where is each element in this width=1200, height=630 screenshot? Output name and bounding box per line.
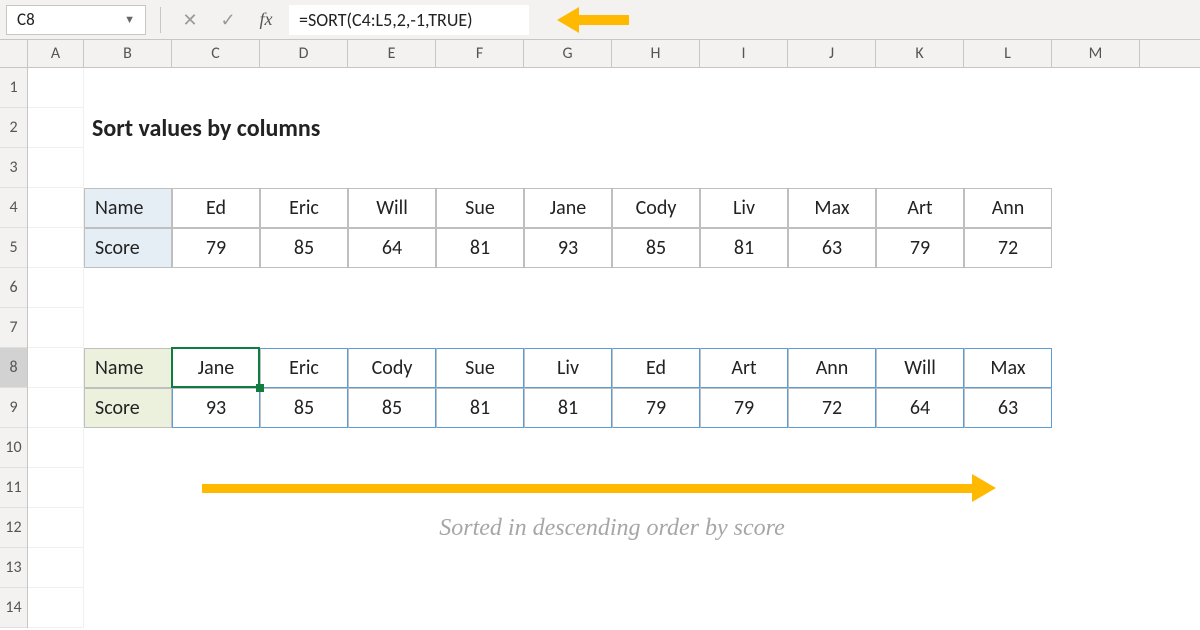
table-cell[interactable]: 63 <box>964 388 1052 428</box>
formula-input[interactable]: =SORT(C4:L5,2,-1,TRUE) <box>289 5 529 35</box>
col-header[interactable]: M <box>1052 40 1140 67</box>
name-box-value: C8 <box>17 9 35 30</box>
table-cell[interactable]: Art <box>876 188 964 228</box>
col-header[interactable]: C <box>172 40 260 67</box>
row-header[interactable]: 8 <box>0 348 27 388</box>
table-cell[interactable]: 63 <box>788 228 876 268</box>
table-cell[interactable]: 81 <box>524 388 612 428</box>
table-cell[interactable]: 79 <box>700 388 788 428</box>
table-cell[interactable]: Ed <box>172 188 260 228</box>
table-cell[interactable]: Max <box>788 188 876 228</box>
col-header[interactable]: K <box>876 40 964 67</box>
table-cell[interactable]: 93 <box>524 228 612 268</box>
col-header[interactable]: L <box>964 40 1052 67</box>
table-cell[interactable]: Liv <box>524 348 612 388</box>
col-header[interactable]: E <box>348 40 436 67</box>
row-header[interactable]: 6 <box>0 268 27 308</box>
row-header[interactable]: 4 <box>0 188 27 228</box>
col-header[interactable]: F <box>436 40 524 67</box>
row-header[interactable]: 2 <box>0 108 27 148</box>
callout-arrow-left <box>557 7 629 33</box>
table-cell[interactable]: Ed <box>612 348 700 388</box>
table-cell[interactable]: 85 <box>260 388 348 428</box>
table-header[interactable]: Score <box>84 388 172 428</box>
enter-icon[interactable]: ✓ <box>213 5 243 35</box>
table-cell[interactable]: Liv <box>700 188 788 228</box>
table-cell[interactable]: Cody <box>348 348 436 388</box>
table-cell[interactable]: 85 <box>612 228 700 268</box>
row-header[interactable]: 5 <box>0 228 27 268</box>
row-header[interactable]: 3 <box>0 148 27 188</box>
col-header[interactable]: A <box>28 40 84 67</box>
row-header[interactable]: 13 <box>0 548 27 588</box>
row-headers: 1 2 3 4 5 6 7 8 9 10 11 12 13 14 <box>0 68 28 628</box>
table-cell[interactable]: Sue <box>436 348 524 388</box>
col-header[interactable]: I <box>700 40 788 67</box>
cells-area[interactable]: Sort values by columns Name Ed Eric Will… <box>28 68 1052 628</box>
table-cell[interactable]: 79 <box>172 228 260 268</box>
table-cell[interactable]: Ann <box>788 348 876 388</box>
table-cell[interactable]: 85 <box>348 388 436 428</box>
table-cell[interactable]: 72 <box>964 228 1052 268</box>
table-cell[interactable]: Cody <box>612 188 700 228</box>
table-cell[interactable]: 64 <box>348 228 436 268</box>
page-title: Sort values by columns <box>84 108 684 148</box>
callout-arrow-right <box>202 474 1002 502</box>
cancel-icon[interactable]: ✕ <box>175 5 205 35</box>
row-header[interactable]: 12 <box>0 508 27 548</box>
table-cell[interactable]: Art <box>700 348 788 388</box>
table-cell[interactable]: Jane <box>524 188 612 228</box>
row-header[interactable]: 1 <box>0 68 27 108</box>
table-cell[interactable]: 85 <box>260 228 348 268</box>
row-header[interactable]: 7 <box>0 308 27 348</box>
col-header[interactable]: H <box>612 40 700 67</box>
table-cell[interactable]: 79 <box>612 388 700 428</box>
col-header[interactable]: D <box>260 40 348 67</box>
grid: 1 2 3 4 5 6 7 8 9 10 11 12 13 14 Sort va… <box>0 68 1200 628</box>
table-cell[interactable]: Will <box>876 348 964 388</box>
row-header[interactable]: 11 <box>0 468 27 508</box>
row-header[interactable]: 9 <box>0 388 27 428</box>
col-header[interactable]: J <box>788 40 876 67</box>
table-cell[interactable]: Will <box>348 188 436 228</box>
column-headers: A B C D E F G H I J K L M <box>0 40 1200 68</box>
fx-icon[interactable]: fx <box>251 5 281 35</box>
table-cell[interactable]: Jane <box>172 348 260 388</box>
separator <box>160 7 161 33</box>
table-cell[interactable]: Eric <box>260 188 348 228</box>
table-cell[interactable]: Ann <box>964 188 1052 228</box>
table-cell[interactable]: Eric <box>260 348 348 388</box>
row-header[interactable]: 10 <box>0 428 27 468</box>
col-header[interactable]: B <box>84 40 172 67</box>
table-cell[interactable]: 81 <box>436 388 524 428</box>
annotation-text: Sorted in descending order by score <box>439 515 784 542</box>
table-cell[interactable]: 81 <box>436 228 524 268</box>
table-header[interactable]: Name <box>84 188 172 228</box>
formula-bar: C8 ▼ ✕ ✓ fx =SORT(C4:L5,2,-1,TRUE) <box>0 0 1200 40</box>
table-cell[interactable]: 79 <box>876 228 964 268</box>
table-cell[interactable]: 72 <box>788 388 876 428</box>
select-all-corner[interactable] <box>0 40 28 67</box>
table-cell[interactable]: 64 <box>876 388 964 428</box>
table-header[interactable]: Name <box>84 348 172 388</box>
name-box[interactable]: C8 ▼ <box>6 5 146 35</box>
row-header[interactable]: 14 <box>0 588 27 628</box>
table-cell[interactable]: Sue <box>436 188 524 228</box>
table-cell[interactable]: 93 <box>172 388 260 428</box>
table-header[interactable]: Score <box>84 228 172 268</box>
chevron-down-icon[interactable]: ▼ <box>124 13 135 26</box>
col-header[interactable]: G <box>524 40 612 67</box>
formula-text: =SORT(C4:L5,2,-1,TRUE) <box>299 9 473 31</box>
table-cell[interactable]: 81 <box>700 228 788 268</box>
table-cell[interactable]: Max <box>964 348 1052 388</box>
